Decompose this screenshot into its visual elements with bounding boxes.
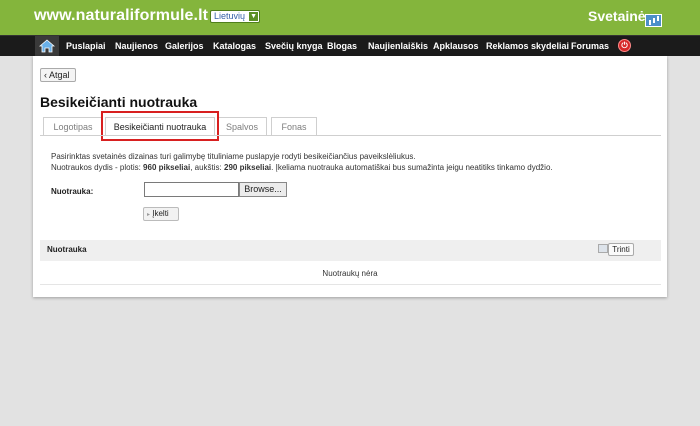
tab-logotipas[interactable]: Logotipas [43,117,103,136]
nav-item-blogas[interactable]: Blogas [327,41,357,51]
description-line-2: Nuotraukos dydis - plotis: 960 pikseliai… [51,163,553,172]
nav-item-forumas[interactable]: Forumas [571,41,609,51]
main-nav: Puslapiai Naujienos Galerijos Katalogas … [0,35,700,56]
column-header-photo: Nuotrauka [47,245,87,254]
tab-highlight-outline [101,111,219,141]
home-button[interactable] [35,36,59,56]
nav-item-katalogas[interactable]: Katalogas [213,41,256,51]
delete-button[interactable]: Trinti [608,243,634,256]
tab-divider [40,135,661,136]
site-url[interactable]: www.naturaliformule.lt [34,7,208,25]
nav-item-reklamos-skydeliai[interactable]: Reklamos skydeliai [486,41,569,51]
image-icon [598,244,608,253]
brand-logo: Svetainė [588,8,646,24]
content-panel: ‹ Atgal Besikeičianti nuotrauka Logotipa… [33,56,667,297]
page-title: Besikeičianti nuotrauka [40,94,198,110]
width-value: 960 pikseliai [143,163,191,172]
language-select[interactable]: Lietuvių ▼ [210,10,261,23]
photo-field-label: Nuotrauka: [51,187,94,196]
top-header: www.naturaliformule.lt Lietuvių ▼ Svetain… [0,0,700,35]
nav-item-puslapiai[interactable]: Puslapiai [66,41,106,51]
upload-button[interactable]: ▸ Įkelti [143,207,179,221]
language-label: Lietuvių [214,11,246,21]
back-button[interactable]: ‹ Atgal [40,68,76,82]
tab-spalvos[interactable]: Spalvos [217,117,267,136]
chart-icon [645,14,662,27]
upload-label: Įkelti [152,209,169,218]
row-divider [40,284,661,285]
nav-item-apklausos[interactable]: Apklausos [433,41,479,51]
back-label: Atgal [49,70,70,80]
tab-fonas[interactable]: Fonas [271,117,317,136]
height-value: 290 pikseliai [224,163,272,172]
logout-icon[interactable]: ⏻ [618,39,631,52]
home-icon [39,39,55,53]
nav-item-naujienos[interactable]: Naujienos [115,41,158,51]
table-header: Nuotrauka Trinti [40,240,661,261]
browse-button[interactable]: Browse... [239,182,287,197]
nav-item-naujienlaiskis[interactable]: Naujienlaiškis [368,41,428,51]
description: Pasirinktas svetainės dizainas turi gali… [51,151,553,173]
description-line-1: Pasirinktas svetainės dizainas turi gali… [51,152,416,161]
chevron-down-icon: ▼ [249,12,259,21]
nav-item-sveciu-knyga[interactable]: Svečių knyga [265,41,323,51]
upload-icon: ▸ [147,212,151,218]
empty-message: Nuotraukų nėra [322,269,378,278]
nav-item-galerijos[interactable]: Galerijos [165,41,204,51]
photo-file-input[interactable] [144,182,239,197]
